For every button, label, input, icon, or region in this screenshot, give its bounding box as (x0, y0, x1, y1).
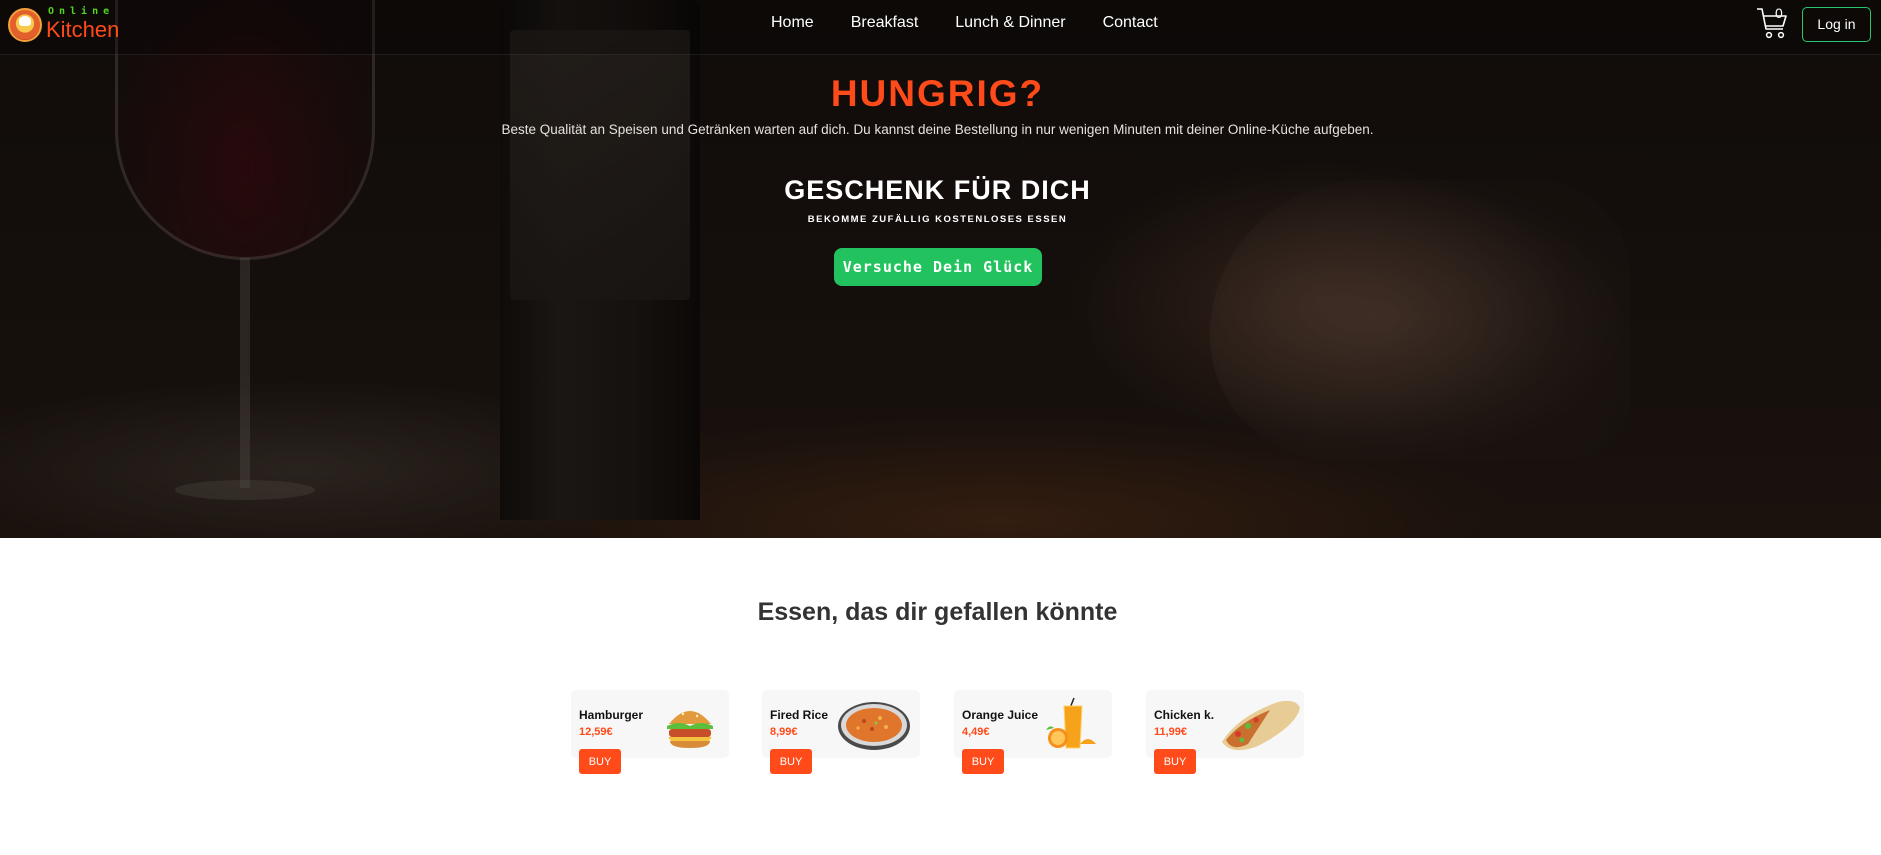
hamburger-image (667, 708, 713, 748)
nav-link-breakfast[interactable]: Breakfast (851, 14, 919, 36)
food-price: 11,99€ (1154, 726, 1188, 738)
nav-link-home[interactable]: Home (771, 14, 814, 36)
food-price: 8,99€ (770, 726, 798, 738)
food-name: Hamburger (579, 708, 644, 722)
food-card-hamburger: Hamburger 12,59€ BUY (571, 690, 729, 774)
chicken-wrap-image (1222, 700, 1300, 751)
buy-button-hamburger[interactable]: BUY (579, 749, 621, 774)
cart-count: 0 (1775, 5, 1783, 21)
chef-logo-icon (8, 8, 42, 42)
hero-section: HUNGRIG? Beste Qualität an Speisen und G… (0, 0, 1881, 538)
logo[interactable]: Online Kitchen (8, 6, 120, 46)
buy-button-chicken[interactable]: BUY (1154, 749, 1196, 774)
fried-rice-image (838, 702, 910, 750)
section-title: Essen, das dir gefallen könnte (757, 598, 1118, 626)
orange-juice-image (1046, 697, 1096, 749)
food-card-chicken: Chicken k. 11,99€ BUY (1146, 690, 1304, 774)
food-card-orange-juice: Orange Juice 4,49€ BUY (954, 690, 1112, 774)
hero-title: HUNGRIG? (830, 73, 1045, 114)
food-card-fried-rice: Fired Rice 8,99€ BUY (762, 690, 920, 774)
logo-text-kitchen: Kitchen (46, 17, 120, 42)
buy-button-orange-juice[interactable]: BUY (962, 749, 1004, 774)
food-price: 12,59€ (579, 726, 613, 738)
buy-button-fried-rice[interactable]: BUY (770, 749, 812, 774)
hero-subtitle: Beste Qualität an Speisen und Getränken … (501, 122, 1374, 137)
login-button[interactable]: Log in (1802, 7, 1871, 42)
food-name: Fired Rice (770, 708, 829, 722)
nav-link-contact[interactable]: Contact (1103, 14, 1158, 36)
try-your-luck-button[interactable]: Versuche Dein Glück (834, 248, 1042, 286)
nav-links: Home Breakfast Lunch & Dinner Contact (771, 14, 1195, 36)
cart-button[interactable]: 0 (1755, 5, 1791, 41)
gift-subtitle: BEKOMME ZUFÄLLIG KOSTENLOSES ESSEN (807, 214, 1068, 225)
gift-title: GESCHENK FÜR DICH (784, 175, 1091, 205)
food-name: Orange Juice (962, 708, 1039, 722)
food-name: Chicken k. (1154, 708, 1215, 722)
shopping-cart-icon (1757, 8, 1787, 39)
food-price: 4,49€ (962, 726, 990, 738)
logo-text-online: Online (48, 6, 115, 17)
navbar: Online Kitchen Home Breakfast Lunch & Di… (0, 0, 1881, 55)
nav-link-lunch-dinner[interactable]: Lunch & Dinner (955, 14, 1065, 36)
